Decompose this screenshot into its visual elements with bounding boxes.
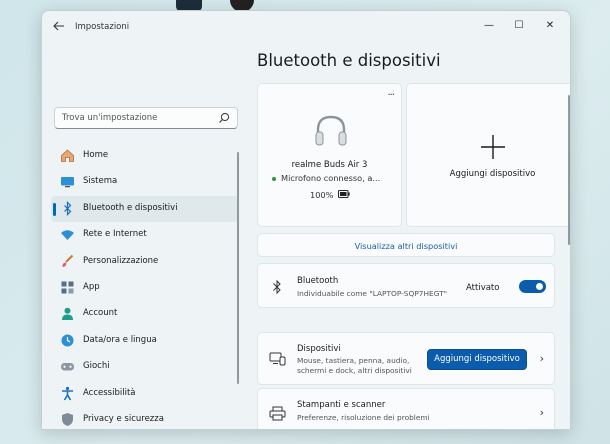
chevron-right-icon[interactable]: › <box>540 406 544 419</box>
account-icon <box>62 308 73 321</box>
bluetooth-toggle-label: Attivato <box>466 283 500 293</box>
sidebar-item-home[interactable]: Home <box>51 143 239 169</box>
sidebar-item-label: Rete e Internet <box>83 229 147 240</box>
back-button[interactable] <box>50 19 68 35</box>
minimize-button[interactable]: — <box>474 15 504 37</box>
sidebar-item-label: Giochi <box>83 361 110 372</box>
shield-icon <box>62 412 73 426</box>
devices-row-title: Dispositivi <box>297 344 341 354</box>
gamepad-icon <box>61 363 74 371</box>
home-icon <box>61 149 74 162</box>
globe-clock-icon <box>61 334 74 347</box>
bluetooth-icon <box>64 200 72 216</box>
accessibility-icon <box>62 386 73 400</box>
sidebar-item-time-language[interactable]: Data/ora e lingua <box>51 328 239 354</box>
devices-row-subtitle-line2: schermi e dock, altri dispositivi <box>297 366 412 375</box>
app-title: Impostazioni <box>75 22 130 32</box>
settings-window: Impostazioni — ☐ ✕ Trova un'impostazione… <box>41 10 571 430</box>
bluetooth-setting-row: Bluetooth Individuabile come "LAPTOP-SQP… <box>257 263 555 308</box>
device-name: realme Buds Air 3 <box>291 160 368 170</box>
sidebar-item-label: Privacy e sicurezza <box>83 413 164 424</box>
add-device-button[interactable]: Aggiungi dispositivo <box>427 349 527 370</box>
sidebar-item-label: Data/ora e lingua <box>83 334 157 345</box>
back-arrow-icon <box>53 21 64 31</box>
sidebar-item-system[interactable]: Sistema <box>51 169 239 195</box>
sidebar-item-gaming[interactable]: Giochi <box>51 354 239 380</box>
printers-row-subtitle: Preferenze, risoluzione dei problemi <box>297 413 430 422</box>
page-title: Bluetooth e dispositivi <box>257 51 441 70</box>
search-input[interactable]: Trova un'impostazione <box>54 107 238 129</box>
headphones-icon <box>315 115 347 146</box>
chevron-right-icon[interactable]: › <box>540 352 544 365</box>
close-button[interactable]: ✕ <box>535 15 565 37</box>
sidebar-item-label: Account <box>83 308 118 319</box>
printers-row-title: Stampanti e scanner <box>297 400 386 410</box>
sidebar-nav: Home Sistema Bluetooth e dispositivi Ret… <box>51 143 239 429</box>
device-card[interactable]: ··· realme Buds Air 3 Microfono connesso… <box>257 83 402 227</box>
search-placeholder: Trova un'impostazione <box>62 113 158 123</box>
devices-setting-row[interactable]: Dispositivi Mouse, tastiera, penna, audi… <box>257 332 555 385</box>
apps-icon <box>61 281 74 294</box>
main-scrollbar[interactable] <box>568 95 570 245</box>
devices-icon <box>269 352 286 366</box>
sidebar-item-personalization[interactable]: Personalizzazione <box>51 249 239 275</box>
printers-setting-row[interactable]: Stampanti e scanner Preferenze, risoluzi… <box>257 388 555 429</box>
sidebar-item-bluetooth[interactable]: Bluetooth e dispositivi <box>51 195 239 223</box>
bluetooth-row-subtitle: Individuabile come "LAPTOP-SQP7HEGT" <box>297 289 448 298</box>
sidebar-item-privacy[interactable]: Privacy e sicurezza <box>51 407 239 429</box>
search-icon[interactable] <box>217 111 231 125</box>
sidebar-item-accessibility[interactable]: Accessibilità <box>51 381 239 407</box>
plus-icon <box>481 135 505 159</box>
title-bar: Impostazioni — ☐ ✕ <box>42 11 570 43</box>
sidebar-item-label: App <box>83 281 100 292</box>
add-device-card[interactable]: Aggiungi dispositivo <box>406 83 570 227</box>
sidebar-item-label: Accessibilità <box>83 387 136 398</box>
printer-icon <box>269 406 286 421</box>
sidebar-item-network[interactable]: Rete e Internet <box>51 222 239 248</box>
sidebar-item-label: Sistema <box>83 176 118 187</box>
wifi-icon <box>61 230 74 241</box>
bluetooth-icon <box>273 279 281 295</box>
sidebar-scrollbar[interactable] <box>237 152 239 384</box>
view-more-devices-link[interactable]: Visualizza altri dispositivi <box>257 233 555 257</box>
toggle-knob <box>536 283 543 290</box>
battery-icon <box>338 190 350 198</box>
device-status-text: Microfono connesso, a... <box>281 173 381 183</box>
brush-icon <box>62 254 74 267</box>
view-more-devices-label: Visualizza altri dispositivi <box>354 241 458 251</box>
devices-row-subtitle-line1: Mouse, tastiera, penna, audio, <box>297 356 410 365</box>
sidebar-item-label: Bluetooth e dispositivi <box>83 202 178 213</box>
sidebar-item-label: Home <box>83 150 109 160</box>
system-icon <box>61 177 74 188</box>
sidebar-item-apps[interactable]: App <box>51 275 239 301</box>
more-options-button[interactable]: ··· <box>387 90 394 101</box>
maximize-button[interactable]: ☐ <box>504 15 534 37</box>
device-status: Microfono connesso, a... <box>272 173 380 183</box>
add-device-label: Aggiungi dispositivo <box>449 169 536 179</box>
bluetooth-toggle[interactable] <box>519 280 546 293</box>
sidebar-item-label: Personalizzazione <box>83 255 159 266</box>
connected-dot-icon <box>272 176 276 181</box>
battery-level: 100% <box>310 190 334 200</box>
bluetooth-row-title: Bluetooth <box>297 276 339 286</box>
sidebar-item-account[interactable]: Account <box>51 301 239 327</box>
